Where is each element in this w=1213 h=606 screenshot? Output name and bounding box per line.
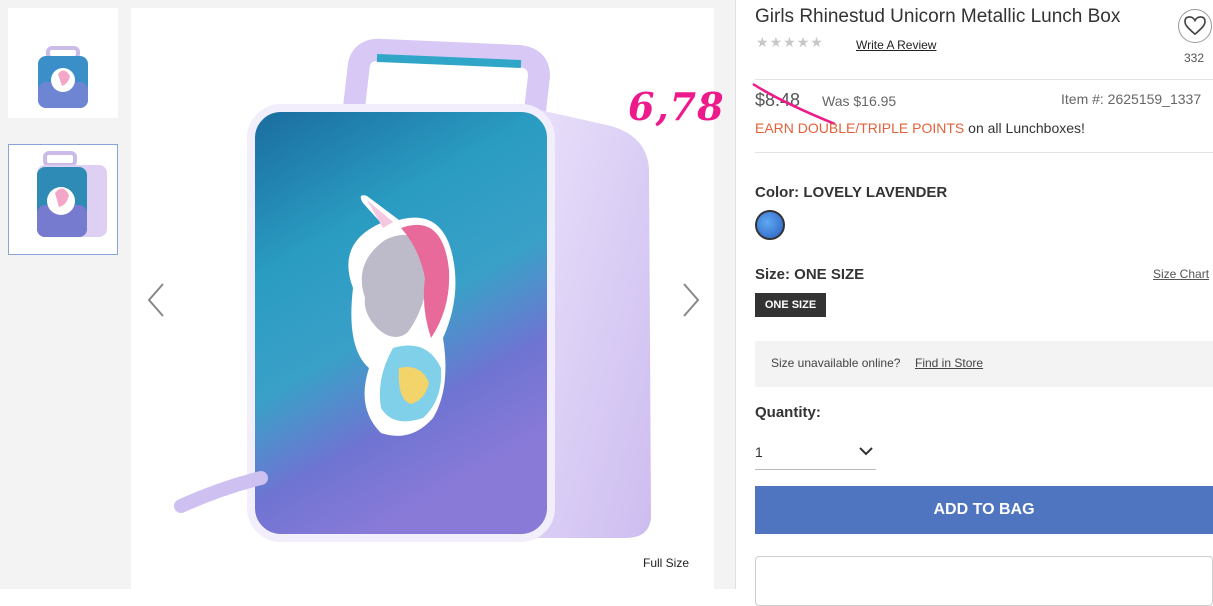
thumbnail-side[interactable]	[8, 144, 118, 255]
lunch-box-illustration	[174, 38, 651, 542]
column-divider	[735, 0, 736, 589]
color-swatch[interactable]	[755, 210, 785, 240]
size-chart-link[interactable]: Size Chart	[1153, 267, 1209, 281]
star-icon: ★	[756, 34, 769, 50]
product-title: Girls Rhinestud Unicorn Metallic Lunch B…	[755, 6, 1121, 27]
color-label: Color: LOVELY LAVENDER	[755, 184, 947, 201]
favorite-button[interactable]	[1178, 9, 1212, 43]
divider	[755, 152, 1213, 153]
promo-text: on all Lunchboxes!	[964, 120, 1085, 136]
quantity-value: 1	[755, 444, 763, 460]
chevron-right-icon	[683, 283, 700, 317]
store-availability-text: Size unavailable online?	[771, 356, 901, 370]
heart-icon	[1184, 16, 1206, 36]
add-to-bag-button[interactable]: ADD TO BAG	[755, 486, 1213, 534]
color-label-prefix: Color:	[755, 184, 804, 201]
promo-highlight[interactable]: EARN DOUBLE/TRIPLE POINTS	[755, 120, 964, 136]
rating-stars: ★ ★ ★ ★ ★	[756, 35, 823, 49]
shipping-options-box	[755, 556, 1213, 606]
color-value: LOVELY LAVENDER	[803, 184, 948, 201]
chevron-left-icon	[147, 283, 164, 317]
star-icon: ★	[783, 34, 796, 50]
handwritten-price-annotation: 6,78	[628, 84, 725, 129]
find-in-store-link[interactable]: Find in Store	[915, 356, 983, 370]
size-option-button[interactable]: ONE SIZE	[755, 293, 826, 317]
favorite-count: 332	[1184, 51, 1205, 65]
was-price: Was $16.95	[822, 93, 897, 109]
promo-message: EARN DOUBLE/TRIPLE POINTS on all Lunchbo…	[755, 120, 1085, 136]
write-review-link[interactable]: Write A Review	[856, 38, 936, 52]
quantity-label: Quantity:	[755, 404, 821, 421]
thumbnail-front[interactable]	[8, 8, 118, 118]
chevron-down-icon	[859, 447, 873, 456]
quantity-select[interactable]: 1	[755, 439, 876, 470]
lunch-box-side-thumbnail-image	[37, 151, 107, 237]
full-size-link[interactable]: Full Size	[643, 556, 689, 570]
next-image-button[interactable]	[680, 280, 702, 320]
star-icon: ★	[769, 34, 783, 50]
item-number: Item #: 2625159_1337	[1061, 91, 1202, 107]
lunch-box-thumbnail-image	[38, 46, 88, 108]
star-icon: ★	[810, 34, 823, 50]
star-icon: ★	[796, 34, 810, 50]
main-product-image	[131, 8, 714, 589]
previous-image-button[interactable]	[145, 280, 167, 320]
size-label: Size: ONE SIZE	[755, 266, 865, 283]
